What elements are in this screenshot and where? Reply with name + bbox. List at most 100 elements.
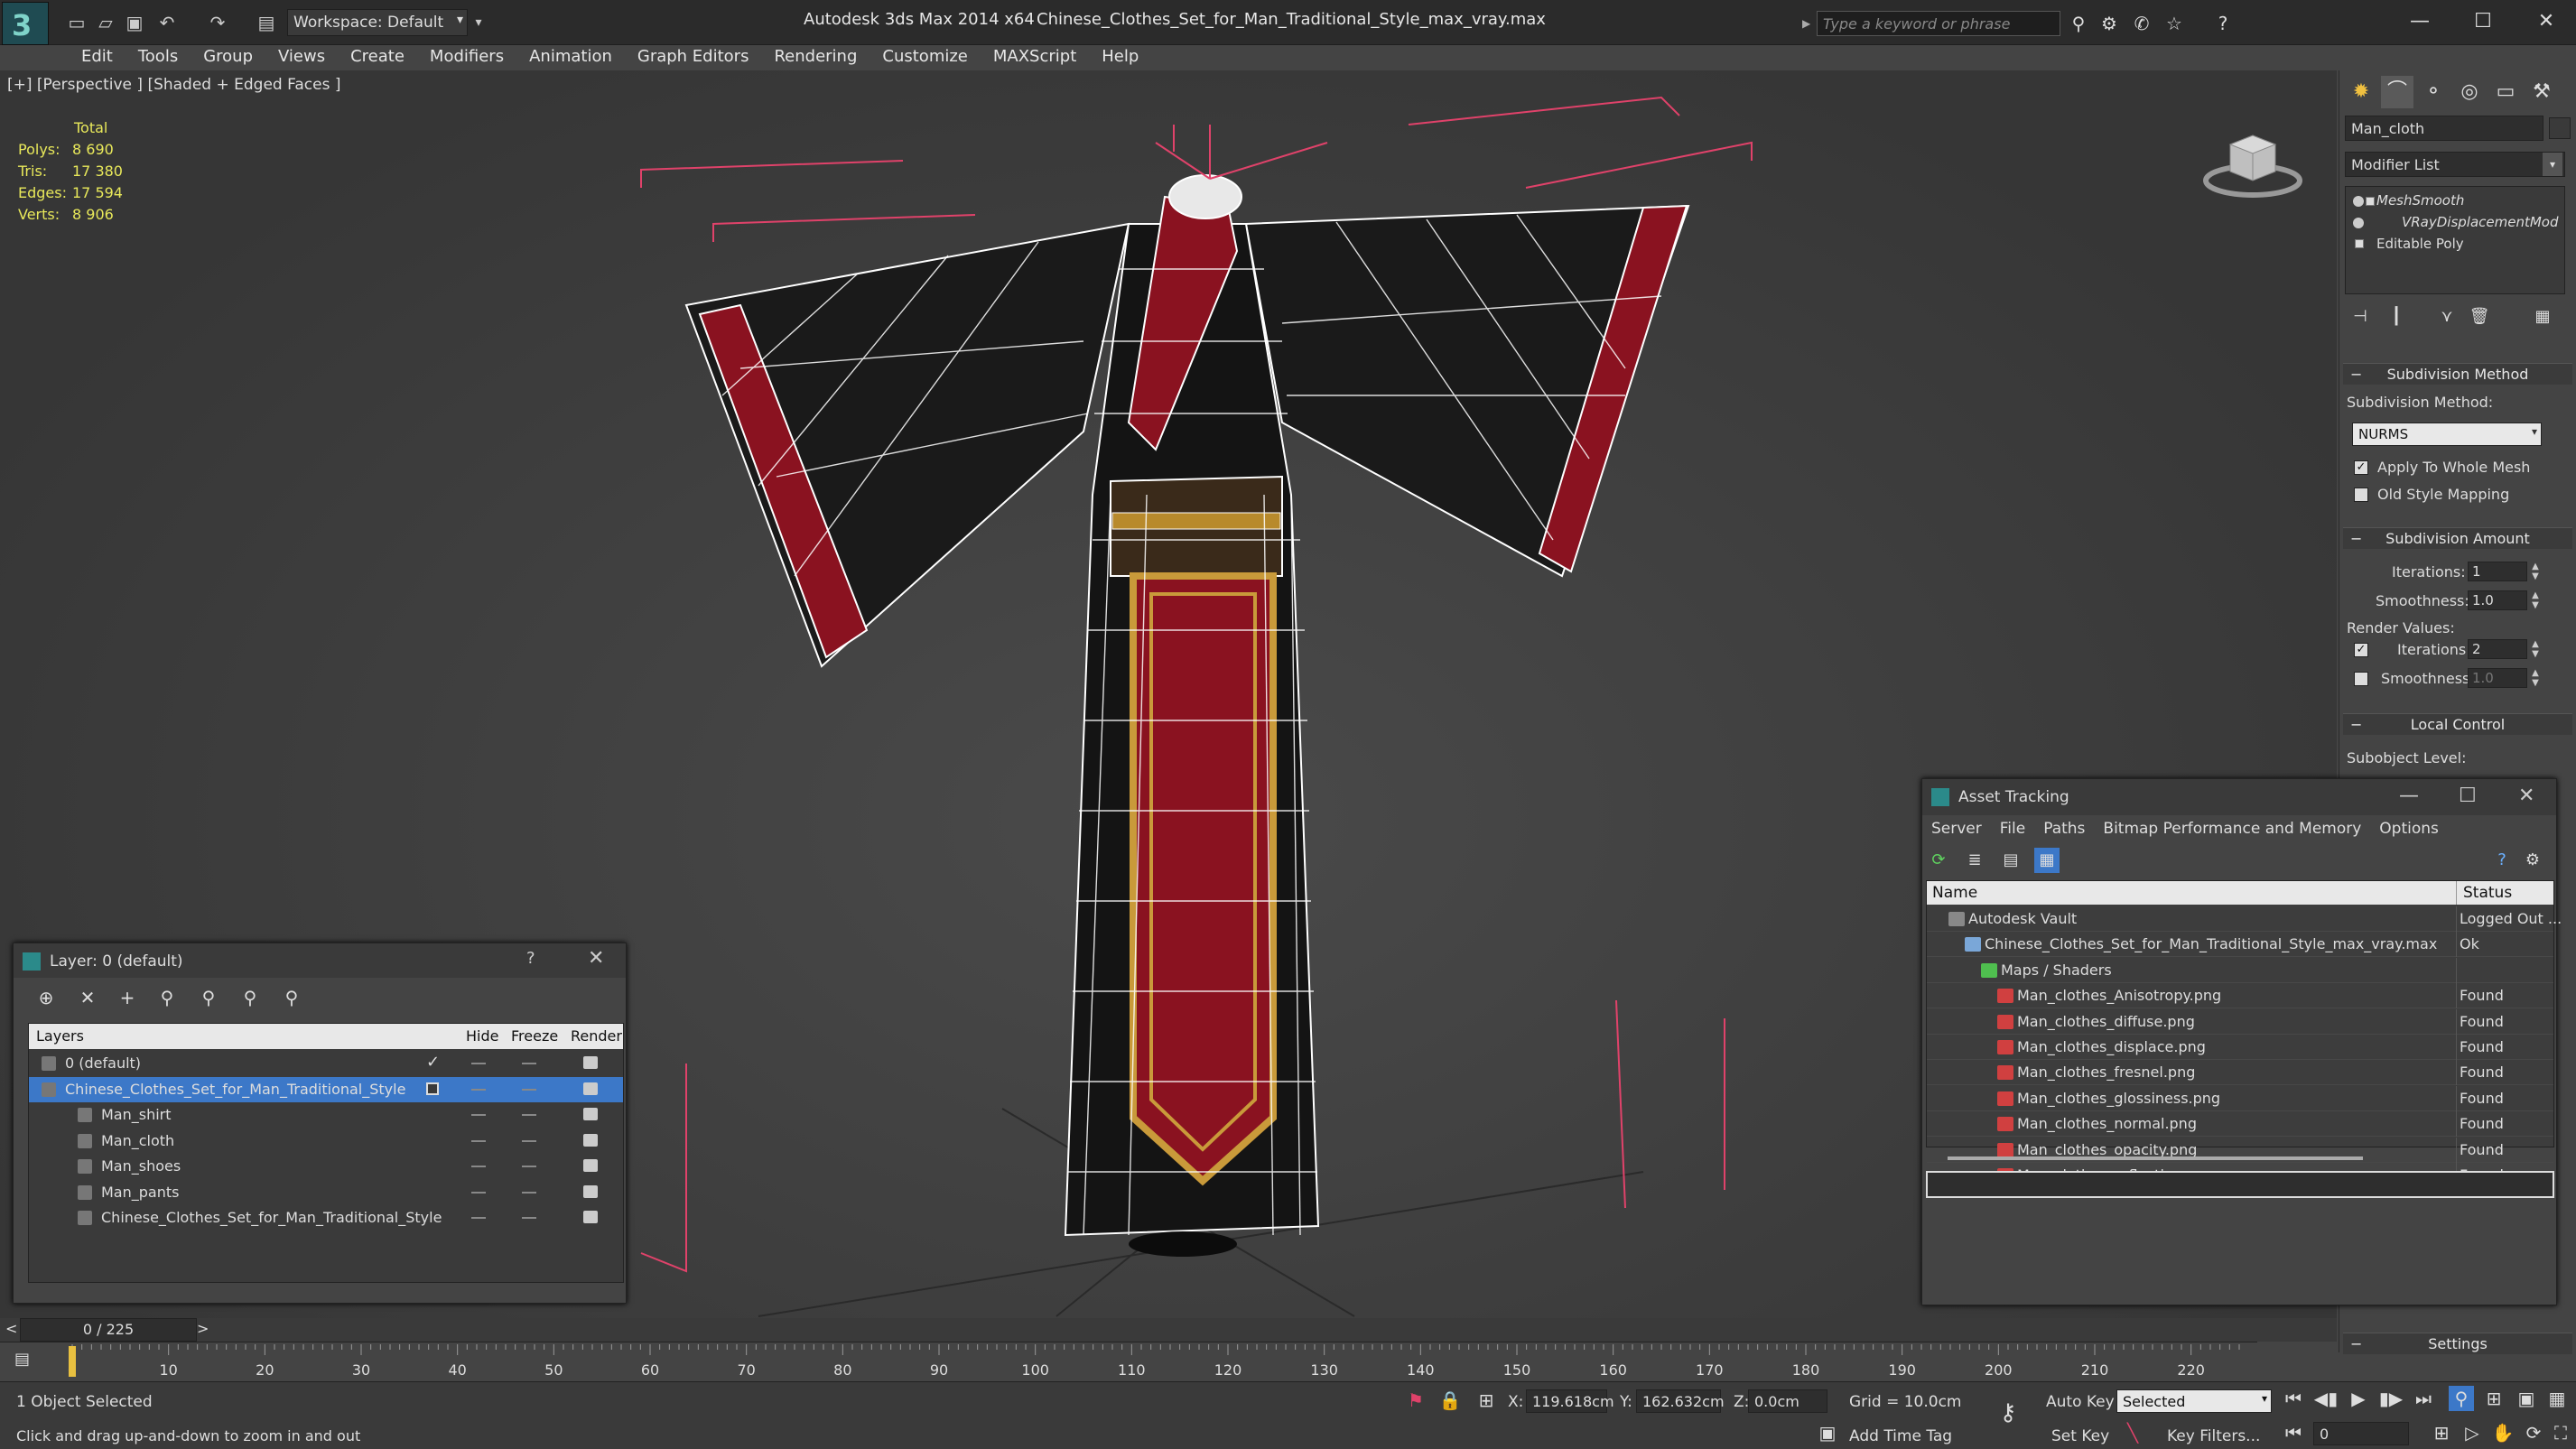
asset-row[interactable]: Man_clothes_diffuse.png Found (1927, 1008, 2553, 1035)
time-slider[interactable]: < 0 / 225 > (0, 1318, 2337, 1342)
menu-tools[interactable]: Tools (126, 45, 191, 69)
current-layer-box[interactable] (426, 1082, 439, 1095)
next-frame-icon[interactable]: > (197, 1320, 209, 1337)
eye-icon[interactable] (2353, 196, 2364, 207)
render-toggle-icon[interactable] (583, 1211, 598, 1223)
communication-icon[interactable]: ✆ (2129, 11, 2154, 36)
asset-row[interactable]: Man_clothes_normal.png Found (1927, 1111, 2553, 1138)
rollout-local-control[interactable]: − Local Control (2343, 713, 2572, 735)
utilities-tab-icon[interactable]: ⚒ (2525, 76, 2558, 108)
favorites-star-icon[interactable]: ☆ (2162, 11, 2187, 36)
table-view-icon[interactable]: ▦ (2034, 848, 2060, 873)
prev-frame-icon[interactable]: < (5, 1320, 17, 1337)
spinner-arrows-icon[interactable]: ▲ ▼ (2529, 668, 2542, 688)
menu-group[interactable]: Group (191, 45, 265, 69)
viewcube-icon[interactable] (2203, 125, 2302, 206)
save-file-icon[interactable]: ▣ (123, 11, 146, 34)
track-bar[interactable]: ▤ 01020304050607080901001101201301401501… (0, 1342, 2257, 1381)
render-smoothness-spinner[interactable]: 1.0 (2468, 668, 2527, 688)
show-end-result-icon[interactable]: ┃ (2385, 305, 2408, 329)
field-of-view-icon[interactable]: ▷ (2460, 1420, 2485, 1445)
smoothness-spinner[interactable]: 1.0 (2468, 590, 2527, 610)
quick-access-dropdown-icon[interactable]: ▾ (470, 9, 488, 36)
menu-views[interactable]: Views (265, 45, 338, 69)
asset-row[interactable]: Man_clothes_Anisotropy.png Found (1927, 983, 2553, 1009)
pin-stack-icon[interactable]: ⊣ (2348, 305, 2372, 329)
menu-rendering[interactable]: Rendering (761, 45, 870, 69)
hide-toggle[interactable] (471, 1217, 486, 1219)
freeze-toggle[interactable] (522, 1063, 536, 1064)
help-icon[interactable]: ? (2210, 11, 2236, 36)
render-toggle-icon[interactable] (583, 1184, 598, 1198)
stack-item-vraydisplacement[interactable]: VRayDisplacementMod (2402, 214, 2559, 230)
hide-toggle[interactable] (471, 1166, 486, 1167)
orbit-icon[interactable]: ⟳ (2521, 1420, 2546, 1445)
add-selected-icon[interactable]: + (115, 985, 140, 1010)
menu-graph-editors[interactable]: Graph Editors (625, 45, 762, 69)
undo-icon[interactable]: ↶ (155, 11, 179, 34)
create-layer-icon[interactable]: ⊕ (33, 985, 59, 1010)
spinner-arrows-icon[interactable]: ▲ ▼ (2529, 639, 2542, 659)
minimize-window-icon[interactable]: — (2393, 4, 2447, 40)
rollout-subdivision-amount[interactable]: − Subdivision Amount (2343, 527, 2572, 549)
freeze-toggle[interactable] (522, 1139, 536, 1142)
current-frame-marker[interactable] (69, 1346, 76, 1377)
highlight-layer-icon[interactable]: ⚲ (196, 985, 221, 1010)
set-key-icon[interactable]: ╲ (2120, 1420, 2145, 1445)
render-toggle-icon[interactable] (583, 1159, 598, 1172)
eye-icon[interactable] (2353, 218, 2364, 228)
layer-row[interactable]: Man_pants (29, 1180, 623, 1205)
workspace-dropdown[interactable]: Workspace: Default ▾ (287, 9, 468, 36)
hide-toggle[interactable] (471, 1191, 486, 1194)
redo-icon[interactable]: ↷ (206, 11, 229, 34)
asset-row[interactable]: Man_clothes_displace.png Found (1927, 1035, 2553, 1060)
help-icon[interactable]: ? (2489, 848, 2515, 873)
stack-item-meshsmooth[interactable]: MeshSmooth (2376, 192, 2464, 209)
asset-row[interactable]: Maps / Shaders (1927, 957, 2553, 983)
y-coordinate-field[interactable]: 162.632cm (1636, 1389, 1725, 1413)
scrollbar-thumb[interactable] (1948, 1156, 2363, 1160)
help-icon[interactable]: ? (526, 949, 535, 968)
column-name[interactable]: Name (1932, 884, 1977, 902)
menu-create[interactable]: Create (338, 45, 417, 69)
add-time-tag[interactable]: Add Time Tag (1849, 1427, 1952, 1445)
z-coordinate-field[interactable]: 0.0cm (1748, 1389, 1827, 1413)
column-divider[interactable] (2456, 881, 2457, 905)
goto-end-icon[interactable]: ⏭ (2411, 1386, 2436, 1411)
menu-animation[interactable]: Animation (516, 45, 625, 69)
horizontal-scrollbar[interactable] (1926, 1151, 2554, 1166)
modifier-list-dropdown[interactable]: Modifier List ▾ (2345, 152, 2565, 177)
search-expand-icon[interactable]: ▶ (1802, 12, 1817, 35)
hide-all-layers-icon[interactable]: ⚲ (237, 985, 263, 1010)
delete-layer-icon[interactable]: ✕ (75, 985, 100, 1010)
set-key-button[interactable]: Set Key (2051, 1427, 2109, 1445)
asset-row[interactable]: Man_clothes_fresnel.png Found (1927, 1060, 2553, 1086)
key-mode-toggle-icon[interactable]: ⏮ (2281, 1420, 2306, 1445)
binoculars-icon[interactable]: ⚲ (2066, 11, 2091, 36)
play-icon[interactable]: ▶ (2346, 1386, 2371, 1411)
configure-sets-icon[interactable]: ▦ (2531, 305, 2554, 329)
hide-toggle[interactable] (471, 1088, 486, 1091)
column-freeze[interactable]: Freeze (511, 1027, 558, 1045)
search-input[interactable]: Type a keyword or phrase (1817, 11, 2060, 36)
refresh-icon[interactable]: ⟳ (1926, 848, 1951, 873)
asset-menu-server[interactable]: Server (1922, 815, 1991, 842)
asset-row[interactable]: Chinese_Clothes_Set_for_Man_Traditional_… (1927, 932, 2553, 958)
freeze-toggle[interactable] (522, 1191, 536, 1194)
asset-row[interactable]: Autodesk Vault Logged Out ... (1927, 906, 2562, 932)
layer-row[interactable]: 0 (default) ✓ (29, 1051, 623, 1076)
x-coordinate-field[interactable]: 119.618cm (1526, 1389, 1614, 1413)
zoom-all-icon[interactable]: ⊞ (2481, 1386, 2506, 1411)
freeze-all-layers-icon[interactable]: ⚲ (279, 985, 304, 1010)
key-mode-dropdown[interactable]: Selected ▾ (2116, 1389, 2272, 1413)
time-config-icon[interactable]: ⊞ (2429, 1420, 2454, 1445)
close-window-icon[interactable]: ✕ (2519, 4, 2573, 40)
render-toggle-icon[interactable] (583, 1056, 598, 1069)
goto-start-icon[interactable]: ⏮ (2281, 1386, 2306, 1411)
layer-row[interactable]: Chinese_Clothes_Set_for_Man_Traditional_… (29, 1205, 623, 1231)
close-icon[interactable]: ✕ (2518, 785, 2534, 807)
current-frame-field[interactable]: 0 (2313, 1422, 2409, 1445)
remove-modifier-icon[interactable]: 🗑 (2468, 305, 2491, 329)
hide-toggle[interactable] (471, 1114, 486, 1116)
layer-row[interactable]: Man_shoes (29, 1154, 623, 1179)
